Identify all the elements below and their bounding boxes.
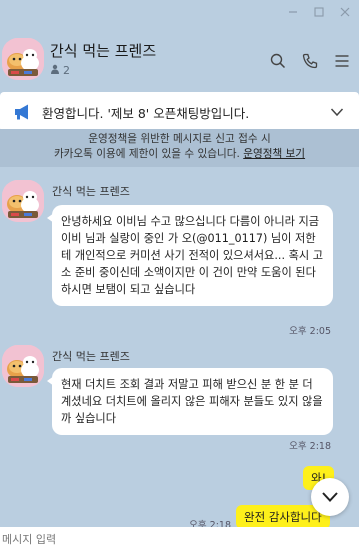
policy-banner: 운영정책을 위반한 메시지로 신고 접수 시 카카오톡 이용에 제한이 있을 수… [0, 129, 359, 167]
person-icon [50, 64, 60, 77]
megaphone-icon [12, 101, 34, 123]
sender-name: 간식 먹는 프렌즈 [52, 350, 130, 363]
header-actions [269, 52, 351, 70]
message-input-bar [0, 527, 359, 551]
chevron-down-icon[interactable] [329, 104, 345, 120]
sender-name: 간식 먹는 프렌즈 [52, 185, 130, 198]
scroll-down-button[interactable] [311, 478, 349, 516]
policy-line-2: 카카오톡 이용에 제한이 있을 수 있습니다. 운영정책 보기 [0, 147, 359, 162]
phone-icon[interactable] [301, 52, 319, 70]
window-controls [287, 6, 351, 18]
member-count[interactable]: 2 [50, 64, 70, 77]
sender-avatar[interactable] [2, 180, 44, 222]
room-avatar[interactable] [2, 38, 44, 80]
member-count-value: 2 [63, 64, 70, 77]
search-icon[interactable] [269, 52, 287, 70]
chevron-down-icon [321, 488, 339, 507]
sender-avatar[interactable] [2, 345, 44, 387]
menu-icon[interactable] [333, 52, 351, 70]
chat-header: 간식 먹는 프렌즈 2 [0, 30, 359, 86]
policy-link[interactable]: 운영정책 보기 [243, 148, 305, 160]
message-bubble[interactable]: 안녕하세요 이비님 수고 많으십니다 다름이 아니라 지금 이비 님과 실랑이 … [47, 205, 333, 306]
policy-line-2-text: 카카오톡 이용에 제한이 있을 수 있습니다. [53, 148, 240, 160]
message-time: 오후 2:18 [289, 441, 331, 452]
room-title: 간식 먹는 프렌즈 [50, 42, 157, 60]
minimize-icon[interactable] [287, 6, 299, 18]
notice-bar[interactable]: 환영합니다. '제보 8' 오픈채팅방입니다. [0, 92, 359, 132]
message-time: 오후 2:05 [289, 326, 331, 337]
maximize-icon[interactable] [313, 6, 325, 18]
policy-line-1: 운영정책을 위반한 메시지로 신고 접수 시 [88, 133, 271, 145]
message-input[interactable] [0, 527, 359, 551]
notice-text: 환영합니다. '제보 8' 오픈채팅방입니다. [42, 105, 250, 121]
message-bubble[interactable]: 현재 더치트 조회 결과 저말고 피해 받으신 분 한 분 더 계셨네요 더치트… [47, 368, 333, 435]
close-icon[interactable] [339, 6, 351, 18]
